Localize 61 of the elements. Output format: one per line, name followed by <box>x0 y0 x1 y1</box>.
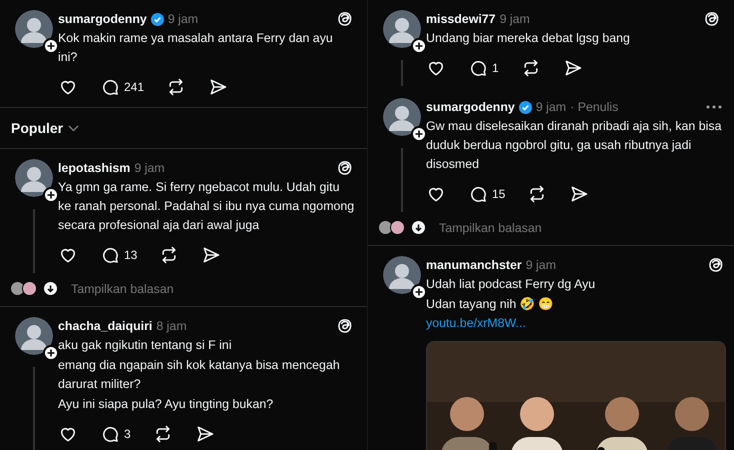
post-text: Kok makin rame ya masalah antara Ferry dan ayu ini? <box>58 30 334 66</box>
chevron-down-icon[interactable] <box>68 124 80 132</box>
comment-icon[interactable] <box>100 424 120 444</box>
post-time: 9 jam <box>134 161 165 175</box>
post-time: 9 jam <box>168 12 198 26</box>
comment-icon[interactable] <box>468 184 488 204</box>
send-icon[interactable] <box>194 424 215 444</box>
comment-icon[interactable] <box>468 58 488 78</box>
show-replies-link[interactable]: Tampilkan balasan <box>439 220 542 234</box>
follow-plus-icon[interactable] <box>411 284 427 300</box>
username[interactable]: chacha_daiquiri <box>58 319 152 333</box>
post-time: 8 jam <box>156 319 187 333</box>
post-text: Undang biar mereka debat lgsg bang <box>426 30 631 47</box>
avatar <box>378 220 393 235</box>
reply-count: 241 <box>124 80 144 94</box>
avatar <box>390 220 405 235</box>
more-icon[interactable] <box>706 104 722 110</box>
post-text: aku gak ngikutin tentang si F ini <box>58 337 233 354</box>
reply-count: 1 <box>492 61 499 75</box>
follow-plus-icon[interactable] <box>43 38 59 54</box>
follow-plus-icon[interactable] <box>411 38 427 54</box>
reply-count: 15 <box>492 187 506 201</box>
send-icon[interactable] <box>562 58 583 78</box>
username[interactable]: manumanchster <box>426 258 522 272</box>
avatar[interactable] <box>15 10 53 48</box>
username[interactable]: missdewi77 <box>426 12 496 26</box>
author-label: · Penulis <box>570 100 618 114</box>
send-icon[interactable] <box>201 245 222 265</box>
post-text: Ayu ini siapa pula? Ayu tingting bukan? <box>58 396 274 413</box>
post-text: Udah liat podcast Ferry dg Ayu <box>426 276 596 293</box>
comment-icon[interactable] <box>100 77 120 97</box>
avatar[interactable] <box>383 256 421 294</box>
post-time: 9 jam <box>500 12 530 26</box>
post-time: 9 jam <box>526 258 556 272</box>
down-arrow-icon[interactable] <box>412 221 425 234</box>
down-arrow-icon[interactable] <box>44 282 57 295</box>
avatar <box>22 281 37 296</box>
comment-icon[interactable] <box>100 245 120 265</box>
post-time: 9 jam <box>536 100 566 114</box>
sort-dropdown[interactable]: Populer <box>11 120 64 136</box>
avatar <box>10 281 25 296</box>
username[interactable]: sumargodenny <box>58 12 147 26</box>
reply-count: 13 <box>124 248 138 262</box>
avatar[interactable] <box>15 159 53 197</box>
follow-plus-icon[interactable] <box>411 126 427 142</box>
post-text: Ya gmn ga rame. Si ferry ngebacot mulu. Udah gitu ke ranah personal. Padahal si ibu nya cuma ngomong secara profesional aja dari awal juga <box>58 179 355 234</box>
post-text: Udan tayang nih 🤣 😁 <box>426 296 554 313</box>
post-text: emang dia ngapain sih kok katanya bisa mencegah darurat militer? <box>58 357 341 393</box>
username[interactable]: sumargodenny <box>426 100 515 114</box>
send-icon[interactable] <box>569 184 590 204</box>
follow-plus-icon[interactable] <box>43 187 59 203</box>
follow-plus-icon[interactable] <box>43 345 59 361</box>
link[interactable]: youtu.be/xrM8W... <box>426 316 526 330</box>
reply-count: 3 <box>124 427 131 441</box>
send-icon[interactable] <box>208 77 228 97</box>
show-replies-link[interactable]: Tampilkan balasan <box>71 282 174 296</box>
post-text: Gw mau diselesaikan diranah pribadi aja sih, kan bisa duduk berdua ngobrol gitu, ga usah ributnya jadi disosmed <box>426 118 722 173</box>
avatar[interactable] <box>383 10 421 48</box>
avatar[interactable] <box>15 317 53 355</box>
avatar[interactable] <box>383 98 421 136</box>
username[interactable]: lepotashism <box>58 161 130 175</box>
